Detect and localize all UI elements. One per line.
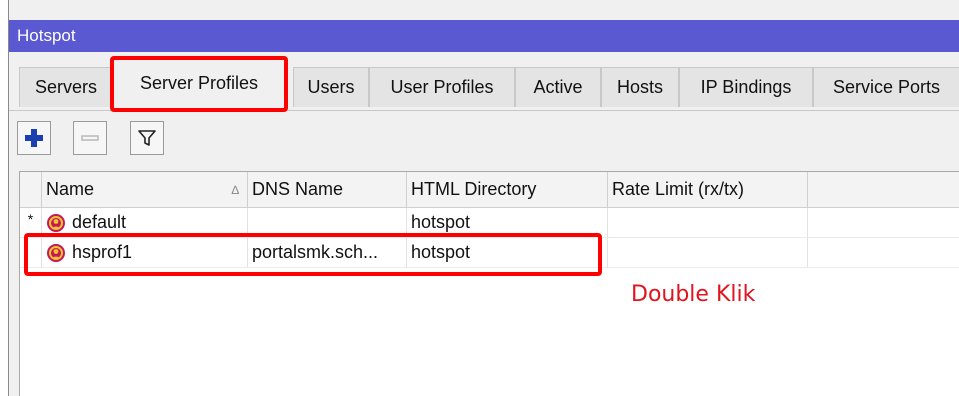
hotspot-profile-icon [47,213,65,232]
tab-highlight-box [110,56,288,112]
profiles-table: Name ∆ DNS Name HTML Directory Rate Limi… [19,171,959,396]
tab-label: Servers [34,77,97,97]
add-button[interactable] [17,121,51,155]
filter-icon [138,130,156,146]
tab-hosts[interactable]: Hosts [601,67,679,107]
remove-button[interactable] [73,121,107,155]
rate-limit-cell [608,208,808,238]
minus-icon [81,135,99,141]
plus-icon [25,129,43,147]
tab-label: Hosts [616,77,663,97]
tab-label: IP Bindings [700,77,792,97]
profile-name: default [72,212,127,232]
tab-label: Service Ports [832,77,941,97]
column-header-label: Name [46,179,95,199]
column-header-label: HTML Directory [411,179,537,199]
window-titlebar[interactable]: Hotspot [9,20,959,52]
column-header-label: Rate Limit (rx/tx) [612,179,745,199]
column-header-name[interactable]: Name ∆ [42,172,248,208]
column-header-filler [808,172,959,208]
tab-ip-bindings[interactable]: IP Bindings [679,67,813,107]
tab-users[interactable]: Users [293,67,369,107]
tab-label: User Profiles [390,77,494,97]
column-header-label: DNS Name [252,179,344,199]
filter-button[interactable] [130,121,164,155]
column-header-rate-limit[interactable]: Rate Limit (rx/tx) [608,172,808,208]
column-header-html-directory[interactable]: HTML Directory [407,172,608,208]
window-title: Hotspot [17,26,76,45]
filler-cell [808,238,959,268]
row-highlight-box [24,233,602,276]
tab-active[interactable]: Active [515,67,601,107]
tab-label: Active [533,77,583,97]
rate-limit-cell [608,238,808,268]
filler-cell [808,208,959,238]
column-header-dns-name[interactable]: DNS Name [248,172,407,208]
double-click-annotation: Double Klik [631,282,756,307]
marker-column-header [20,172,42,208]
tab-service-ports[interactable]: Service Ports [813,67,959,107]
tab-label: Users [307,77,355,97]
sort-ascending-icon: ∆ [231,182,239,197]
tab-user-profiles[interactable]: User Profiles [369,67,515,107]
tab-servers[interactable]: Servers [19,67,113,107]
hotspot-window: Hotspot Servers Server Profiles Users Us… [8,0,959,396]
